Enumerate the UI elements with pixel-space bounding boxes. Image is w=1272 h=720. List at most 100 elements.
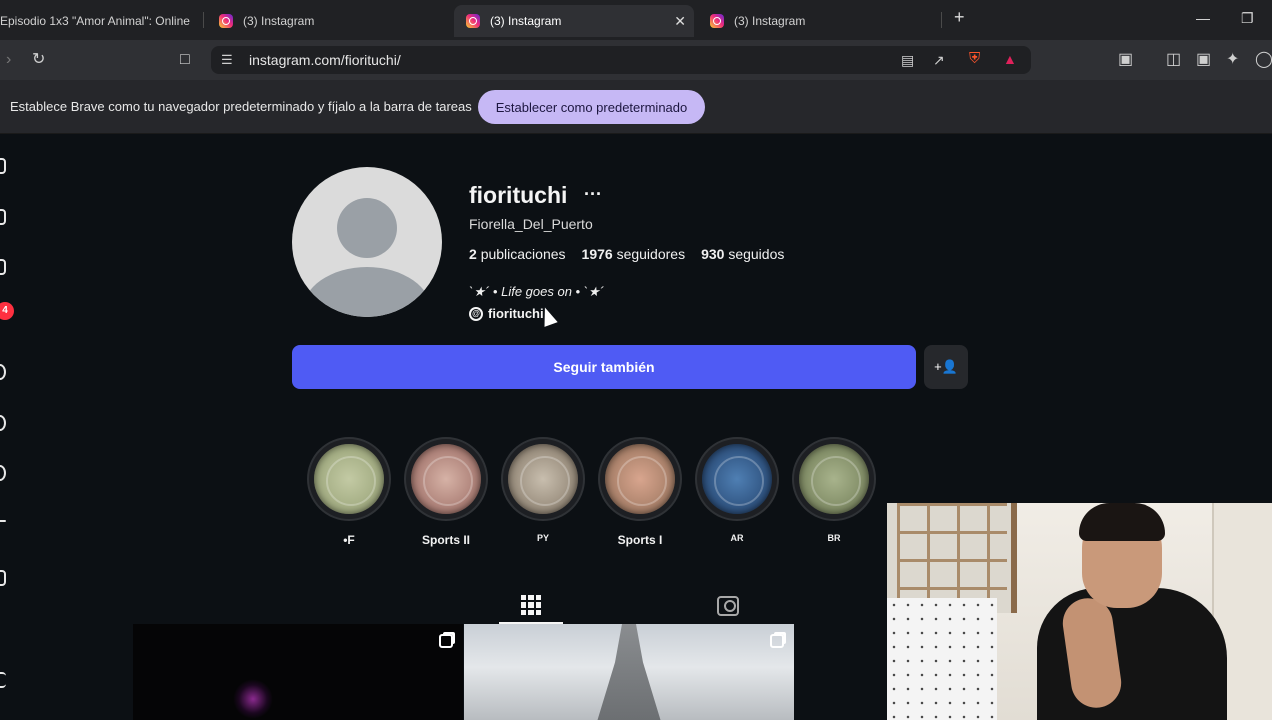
profile-stats: 2 publicaciones 1976 seguidores 930 segu… (469, 246, 784, 262)
suggested-users-button[interactable]: +👤 (924, 345, 968, 389)
notification-badge: 4 (0, 302, 14, 320)
post-image (233, 679, 273, 719)
profile-full-name: Fiorella_Del_Puerto (469, 216, 593, 232)
followers-count: 1976 (581, 246, 613, 262)
tab-instagram-active[interactable]: (3) Instagram ✕ (454, 5, 694, 37)
highlight-label: AR (730, 533, 744, 543)
post-thumbnail[interactable] (464, 624, 794, 720)
profile-icon[interactable] (0, 570, 6, 586)
minimize-button[interactable]: — (1196, 10, 1210, 26)
messages-icon[interactable] (0, 465, 6, 481)
threads-handle: fiorituchi (488, 306, 544, 321)
floral-seal-icon (799, 444, 869, 514)
highlight-item[interactable]: Sports I (598, 437, 682, 547)
avatar-placeholder-head (337, 198, 397, 258)
default-browser-infobar: Establece Brave como tu navegador predet… (0, 80, 1272, 134)
highlight-ring (307, 437, 391, 521)
tab-instagram-3[interactable]: (3) Instagram (710, 5, 930, 37)
highlight-label: PY (536, 533, 549, 543)
highlight-item[interactable]: Sports II (404, 437, 488, 547)
tab-separator (203, 12, 204, 28)
browser-toolbar: › ↻ □ ☰ instagram.com/fiorituchi/ ▤ ↗ ⛨ … (0, 40, 1272, 80)
reader-mode-icon[interactable]: ▣ (1118, 52, 1133, 68)
threads-icon: @ (469, 306, 483, 321)
tab-tagged[interactable] (696, 588, 760, 624)
followers-stat[interactable]: 1976 seguidores (582, 246, 686, 262)
highlight-item[interactable]: BR (792, 437, 876, 543)
follow-back-button[interactable]: Seguir también (292, 345, 916, 389)
create-icon[interactable] (0, 520, 6, 522)
tab-posts[interactable] (499, 588, 563, 624)
address-bar[interactable]: ☰ instagram.com/fiorituchi/ ▤ ↗ ⛨ ▲ (211, 46, 1031, 74)
following-count: 930 (701, 246, 725, 262)
highlight-label: BR (827, 533, 841, 543)
browser-tab-strip: Episodio 1x3 "Amor Animal": Online (3) I… (0, 0, 1272, 40)
posts-label: publicaciones (480, 246, 566, 262)
url-text[interactable]: instagram.com/fiorituchi/ (249, 52, 401, 68)
tab-separator (941, 12, 942, 28)
sidebar-icon[interactable]: ◫ (1166, 52, 1181, 68)
reload-icon[interactable]: ↻ (32, 52, 45, 68)
close-icon[interactable]: ✕ (674, 13, 686, 30)
tab-title: (3) Instagram (490, 14, 562, 28)
posts-stat[interactable]: 2 publicaciones (469, 246, 566, 262)
grid-icon (521, 595, 541, 615)
highlight-ring (695, 437, 779, 521)
leo-ai-icon[interactable]: ✦ (1226, 52, 1239, 68)
instagram-favicon-icon (710, 14, 724, 28)
tab-episodio[interactable]: Episodio 1x3 "Amor Animal": Online (0, 5, 195, 37)
highlight-ring (598, 437, 682, 521)
tagged-icon (717, 596, 739, 616)
rose-seal-icon (605, 444, 675, 514)
forward-icon[interactable]: › (6, 52, 11, 68)
mouse-cursor (538, 305, 558, 327)
profile-avatar[interactable] (292, 167, 442, 317)
following-stat[interactable]: 930 seguidos (701, 246, 784, 262)
bookmark-icon[interactable]: □ (180, 52, 190, 68)
highlight-item[interactable]: PY (501, 437, 585, 543)
new-tab-button[interactable]: + (954, 7, 965, 28)
more-options-icon[interactable]: ··· (584, 184, 602, 205)
carousel-icon (770, 634, 784, 648)
vpn-icon[interactable]: ◯ (1255, 52, 1272, 68)
post-image (597, 624, 661, 720)
followers-label: seguidores (616, 246, 686, 262)
highlight-item[interactable]: AR (695, 437, 779, 543)
flower-seal-icon (702, 444, 772, 514)
highlight-item[interactable]: •F (307, 437, 391, 547)
instagram-favicon-icon (466, 14, 480, 28)
instagram-logo-icon[interactable] (0, 158, 6, 174)
search-icon[interactable] (0, 364, 6, 380)
highlight-label: Sports II (421, 533, 470, 547)
carousel-icon (439, 634, 453, 648)
instagram-favicon-icon (219, 14, 233, 28)
wallet-icon[interactable]: ▣ (1196, 52, 1211, 68)
tab-title: Episodio 1x3 "Amor Animal": Online (0, 14, 190, 28)
webcam-person-body (1037, 588, 1227, 720)
following-label: seguidos (728, 246, 785, 262)
tab-title: (3) Instagram (243, 14, 315, 28)
profile-username: fiorituchi (469, 182, 568, 208)
post-thumbnail[interactable] (133, 624, 463, 720)
cast-icon[interactable]: ▤ (901, 52, 914, 68)
posts-count: 2 (469, 246, 477, 262)
highlight-ring (501, 437, 585, 521)
share-icon[interactable]: ↗ (933, 52, 945, 68)
avatar-placeholder-body (302, 267, 432, 317)
threads-link[interactable]: @ fiorituchi (469, 306, 544, 321)
highlight-ring (792, 437, 876, 521)
brave-shields-icon[interactable]: ⛨ (969, 51, 980, 67)
infobar-message: Establece Brave como tu navegador predet… (10, 99, 472, 114)
home-icon[interactable] (0, 209, 6, 225)
reels-icon[interactable] (0, 259, 6, 275)
menu-icon[interactable] (0, 672, 6, 688)
restore-button[interactable]: ❐ (1241, 10, 1254, 27)
webcam-person-hair (1079, 503, 1165, 541)
brave-rewards-icon[interactable]: ▲ (1003, 51, 1017, 67)
highlight-label: Sports I (617, 533, 663, 547)
explore-icon[interactable] (0, 415, 6, 431)
set-default-button[interactable]: Establecer como predeterminado (478, 90, 705, 124)
highlight-label: •F (343, 533, 355, 547)
tab-instagram-1[interactable]: (3) Instagram (219, 5, 439, 37)
site-settings-icon[interactable]: ☰ (221, 52, 233, 68)
